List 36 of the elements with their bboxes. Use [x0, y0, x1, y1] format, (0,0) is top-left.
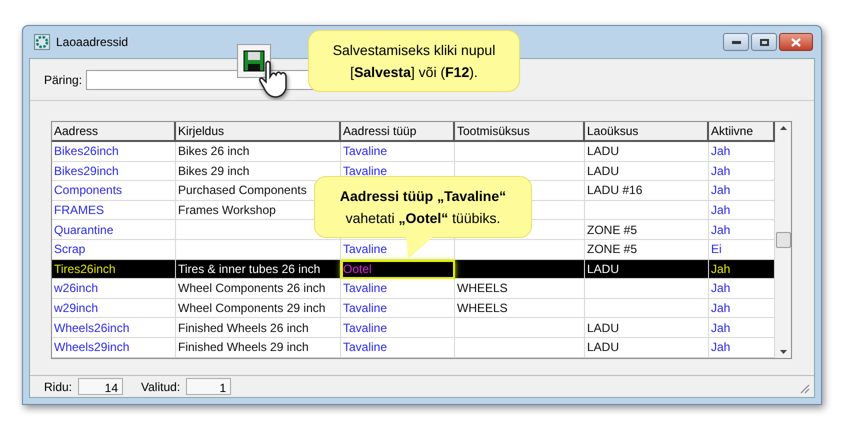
- table-cell: Ootel: [341, 260, 455, 280]
- rows-count: 14: [78, 378, 124, 395]
- rows-label: Ridu:: [44, 378, 72, 396]
- table-cell: LADU: [585, 338, 709, 358]
- close-icon: [791, 38, 801, 46]
- column-header[interactable]: Kirjeldus: [176, 122, 341, 142]
- scroll-thumb[interactable]: [776, 232, 790, 248]
- scroll-up-icon[interactable]: [780, 126, 786, 130]
- table-row[interactable]: w26inch Wheel Components 26 inch Tavaline WHEELS Jah: [52, 279, 775, 299]
- window-title: Laoaadressid: [56, 34, 128, 51]
- table-row[interactable]: Tires26inch Tires & inner tubes 26 inch Ootel LADU Jah: [52, 260, 775, 280]
- column-header[interactable]: Aadress: [52, 122, 176, 142]
- close-button[interactable]: [779, 33, 813, 51]
- minimize-button[interactable]: [723, 33, 749, 51]
- resize-grip-icon[interactable]: [799, 383, 810, 394]
- selected-count: 1: [186, 378, 232, 395]
- table-row[interactable]: Wheels29inch Finished Wheels 29 inch Tavaline LADU Jah: [52, 338, 775, 358]
- table-row[interactable]: Scrap Tavaline ZONE #5 Ei: [52, 240, 775, 260]
- column-header[interactable]: Laoüksus: [585, 122, 709, 142]
- column-header[interactable]: Aadressi tüüp: [341, 122, 455, 142]
- scroll-down-icon[interactable]: [780, 350, 786, 354]
- maximize-button[interactable]: [751, 33, 777, 51]
- table-row[interactable]: Wheels26inch Finished Wheels 26 inch Tavaline LADU Jah: [52, 318, 775, 338]
- save-icon[interactable]: [237, 44, 271, 78]
- table-cell: Tavaline: [341, 338, 455, 358]
- table-row[interactable]: w29inch Wheel Components 29 inch Tavaline WHEELS Jah: [52, 298, 775, 318]
- selected-label: Valitud:: [141, 378, 180, 396]
- table-cell: Wheels29inch: [52, 338, 176, 358]
- app-icon: [34, 34, 50, 50]
- callout-text: Salvestamiseks kliki nupul [Salvesta] või (F12).: [332, 42, 496, 80]
- column-header[interactable]: Aktiivne: [709, 122, 775, 142]
- query-label: Päring:: [44, 72, 82, 88]
- table-row[interactable]: Bikes26inch Bikes 26 inch Tavaline LADU Jah: [52, 142, 775, 162]
- column-header[interactable]: Tootmisüksus: [455, 122, 585, 142]
- table-cell: Finished Wheels 29 inch: [176, 338, 341, 358]
- scrollbar[interactable]: [775, 122, 791, 358]
